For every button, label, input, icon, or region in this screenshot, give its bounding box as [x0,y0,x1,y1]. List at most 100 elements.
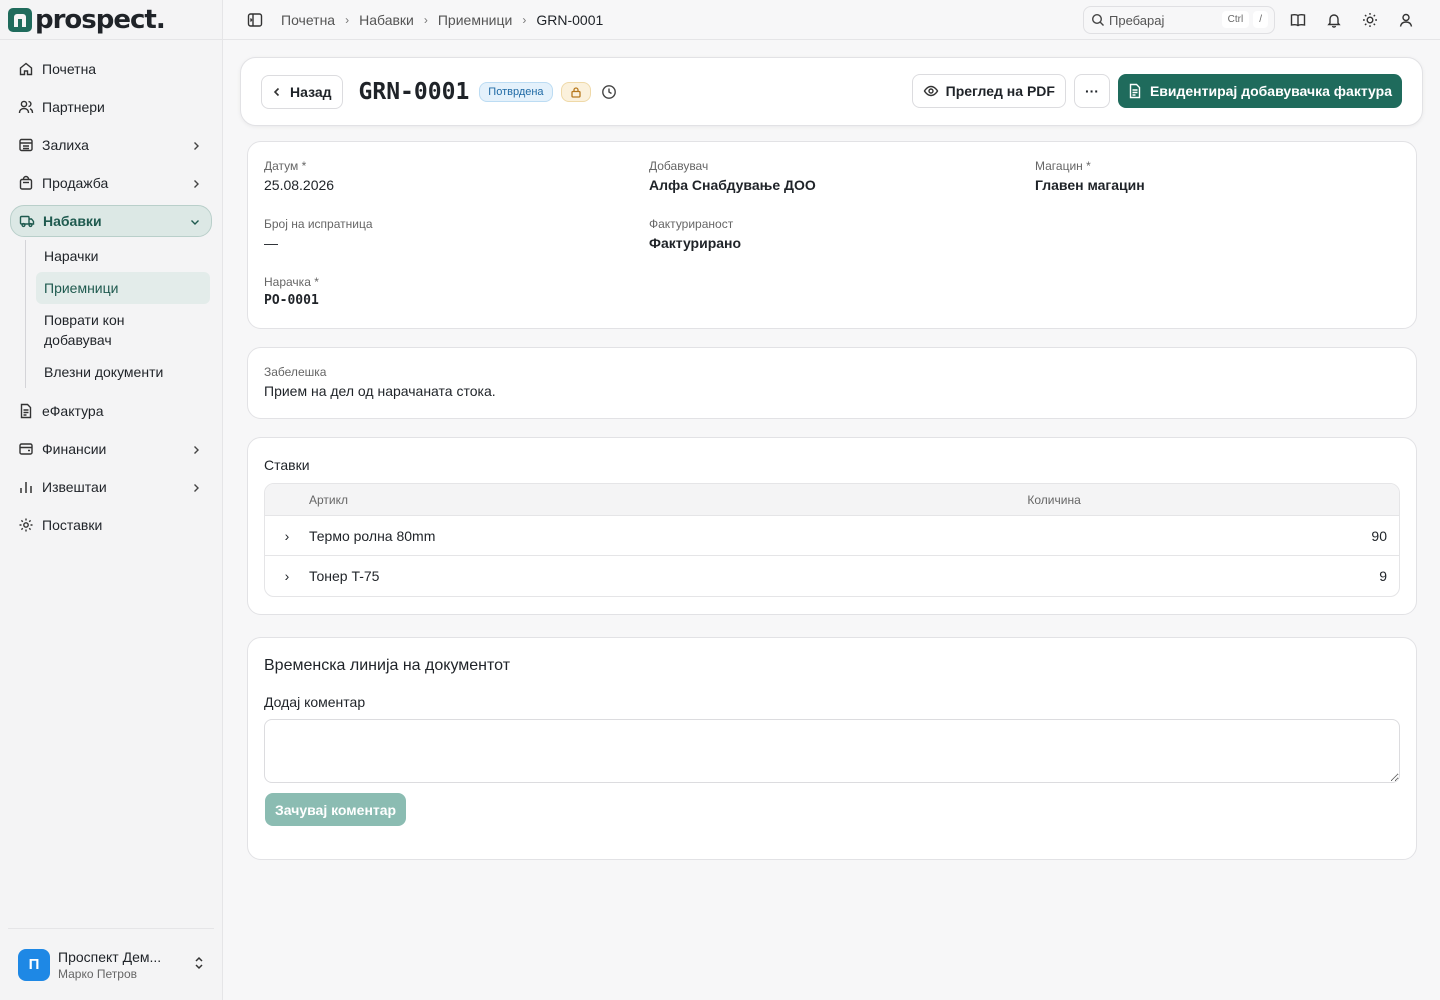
user-name: Марко Петров [58,966,137,981]
sidebar-item-finance[interactable]: Финансии [0,430,222,468]
sidebar-item-label: Набавки [43,213,102,229]
search-icon [1091,13,1105,27]
invoicing-label: Фактурираност [649,217,734,231]
field-supplier: Добавувач Алфа Снабдување ДОО [649,159,816,193]
user-switcher[interactable]: П Проспект Дем... Марко Петров [8,928,214,1000]
bell-icon[interactable] [1326,12,1342,28]
lock-icon [560,81,591,102]
sidebar-subitem-supplier-returns[interactable]: Поврати кон добавувач [36,304,146,356]
breadcrumb-current: GRN-0001 [536,11,604,28]
breadcrumb-purchases[interactable]: Набавки [359,12,414,28]
chevron-right-icon [190,481,202,493]
sidebar-item-settings[interactable]: Поставки [0,506,222,544]
details-card: Датум * 25.08.2026 Добавувач Алфа Снабду… [247,141,1417,329]
order-label: Нарачка * [264,275,319,289]
item-quantity: 9 [1379,568,1387,584]
breadcrumb-home[interactable]: Почетна [281,12,335,28]
page-title: GRN-0001 [358,78,470,105]
items-table: Артикл Количина › Термо ролна 80mm 90 › … [264,483,1400,597]
search-input[interactable]: Пребарај Ctrl / [1083,6,1275,34]
sidebar-item-label: Продажба [42,175,109,191]
user-info: Проспект Дем... Марко Петров [58,949,192,981]
invoicing-value: Фактурирано [649,235,742,251]
pdf-preview-button[interactable]: Преглед на PDF [911,74,1066,108]
user-icon[interactable] [1398,12,1414,28]
main-nav: Почетна Партнери Залиха Продажба Набавки [0,40,222,544]
date-label: Датум * [264,159,307,173]
chevron-up-down-icon [192,955,206,974]
sidebar-item-einvoice[interactable]: еФактура [0,392,222,430]
search-shortcut: Ctrl / [1221,11,1268,28]
sidebar-item-label: Извештаи [42,479,107,495]
status-badge: Потврдена [479,81,553,102]
history-icon[interactable] [601,84,617,100]
field-invoicing: Фактурираност Фактурирано [649,217,741,251]
book-icon[interactable] [1290,12,1306,28]
breadcrumb-receipts[interactable]: Приемници [438,12,512,28]
chevron-right-icon [190,139,202,151]
more-actions-button[interactable]: ··· [1073,74,1110,108]
comment-textarea[interactable] [264,719,1400,783]
avatar: П [18,948,50,981]
note-value: Прием на дел од нарачаната стока. [264,383,496,399]
timeline-title: Временска линија на документот [264,657,511,674]
warehouse-label: Магацин * [1035,159,1091,173]
item-name: Тонер T-75 [309,568,380,584]
chevron-down-icon [189,215,201,227]
comment-label: Додај коментар [264,694,366,710]
delivery-note-value: — [264,235,278,251]
document-icon [18,403,34,419]
logo-mark-icon [8,7,32,32]
breadcrumb: Почетна › Набавки › Приемници › GRN-0001 [281,12,603,28]
org-name: Проспект Дем... [58,948,162,965]
field-delivery-note: Број на испратница — [264,217,373,251]
eye-icon [923,83,939,99]
document-header: Назад GRN-0001 Потврдена Преглед на PDF … [240,57,1423,126]
order-value[interactable]: PO-0001 [264,293,319,308]
column-header-quantity: Количина [1027,484,1399,516]
items-card: Ставки Артикл Количина › Термо ролна 80m… [247,437,1417,615]
sun-icon[interactable] [1362,12,1378,28]
sidebar-item-partners[interactable]: Партнери [0,88,222,126]
purchases-subnav: Нарачки Приемници Поврати кон добавувач … [25,240,222,388]
sidebar-item-label: Залиха [42,137,89,153]
chevron-right-icon[interactable]: › [265,516,309,556]
chevron-left-icon [272,86,282,98]
sidebar-item-home[interactable]: Почетна [0,50,222,88]
field-date: Датум * 25.08.2026 [264,159,334,193]
topbar: Почетна › Набавки › Приемници › GRN-0001… [223,0,1440,40]
back-button-label: Назад [290,83,332,100]
sidebar-subitem-incoming-documents[interactable]: Влезни документи [36,356,210,388]
logo[interactable]: prospect. [0,0,222,40]
save-comment-button[interactable]: Зачувај коментар [265,793,407,826]
shopping-bag-icon [18,175,34,191]
pdf-preview-label: Преглед на PDF [945,83,1055,99]
breadcrumb-separator-icon: › [423,12,428,27]
note-card: Забелешка Прием на дел од нарачаната сто… [247,347,1417,419]
record-supplier-invoice-label: Евидентирај добавувачка фактура [1149,83,1392,99]
record-supplier-invoice-button[interactable]: Евидентирај добавувачка фактура [1117,74,1402,108]
field-warehouse: Магацин * Главен магацин [1035,159,1145,193]
sidebar-subitem-orders[interactable]: Нарачки [36,240,210,272]
brand-name: prospect. [35,4,166,35]
gear-icon [18,517,34,533]
sidebar-item-purchases[interactable]: Набавки [10,205,212,237]
table-row[interactable]: › Тонер T-75 9 [265,556,1399,596]
expand-column-header [265,484,309,516]
chevron-right-icon[interactable]: › [265,556,309,596]
table-row[interactable]: › Термо ролна 80mm 90 [265,516,1399,556]
field-note: Забелешка Прием на дел од нарачаната сто… [264,365,496,399]
invoice-icon [1128,83,1142,99]
sidebar-item-sales[interactable]: Продажба [0,164,222,202]
users-icon [18,99,34,115]
inventory-icon [18,137,34,153]
delivery-note-label: Број на испратница [264,217,373,231]
sidebar-subitem-receipts[interactable]: Приемници [36,272,210,304]
back-button[interactable]: Назад [261,74,343,109]
truck-icon [19,213,35,229]
sidebar-toggle-icon[interactable] [247,12,263,28]
supplier-value[interactable]: Алфа Снабдување ДОО [649,177,816,193]
column-header-item: Артикл [309,484,1028,516]
sidebar-item-reports[interactable]: Извештаи [0,468,222,506]
sidebar-item-inventory[interactable]: Залиха [0,126,222,164]
